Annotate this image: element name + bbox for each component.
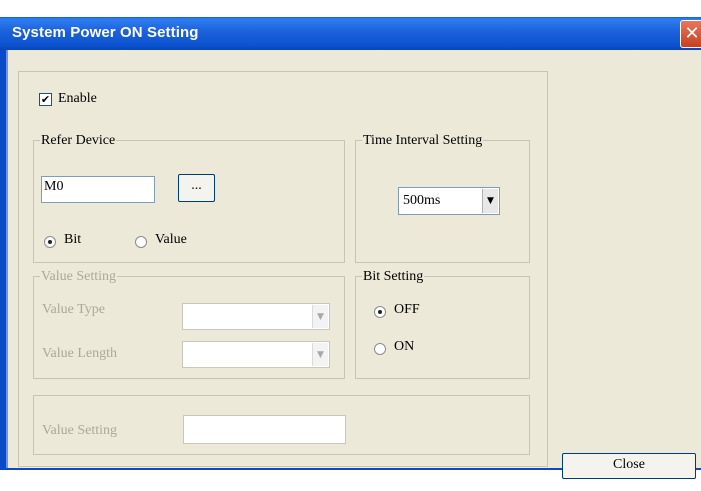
close-icon: ✕ xyxy=(684,23,700,44)
value-setting-input[interactable] xyxy=(183,415,346,444)
radio-off-label: OFF xyxy=(394,302,420,317)
window-close-button[interactable]: ✕ xyxy=(680,20,701,48)
radio-bit[interactable] xyxy=(44,236,56,248)
close-button[interactable]: Close xyxy=(562,453,696,479)
value-setting-group-label: Value Setting xyxy=(40,269,118,284)
value-type-label: Value Type xyxy=(42,302,105,317)
chevron-down-icon[interactable]: ▼ xyxy=(482,189,498,213)
bit-setting-group xyxy=(355,276,530,379)
enable-label: Enable xyxy=(58,91,97,106)
enable-checkbox[interactable]: ✔ xyxy=(39,93,52,106)
refer-device-label: Refer Device xyxy=(40,133,117,148)
browse-device-button[interactable]: ... xyxy=(178,174,215,202)
radio-value[interactable] xyxy=(135,236,147,248)
value-type-select[interactable]: ▼ xyxy=(182,303,330,330)
value-length-label: Value Length xyxy=(42,346,118,361)
radio-on[interactable] xyxy=(374,343,386,355)
check-icon: ✔ xyxy=(40,93,51,106)
value-length-select[interactable]: ▼ xyxy=(182,341,330,368)
bit-setting-label: Bit Setting xyxy=(362,269,425,284)
radio-value-label: Value xyxy=(155,232,187,247)
radio-bit-label: Bit xyxy=(64,232,82,247)
window-title: System Power ON Setting xyxy=(12,24,199,41)
radio-on-label: ON xyxy=(394,339,415,354)
chevron-down-icon[interactable]: ▼ xyxy=(312,343,328,366)
value-setting-label: Value Setting xyxy=(42,423,118,438)
time-interval-label: Time Interval Setting xyxy=(362,133,484,148)
chevron-down-icon[interactable]: ▼ xyxy=(312,305,328,328)
window-left-border-highlight xyxy=(6,50,8,470)
time-interval-select[interactable]: 500ms ▼ xyxy=(398,187,500,215)
device-address-input[interactable]: M0 xyxy=(41,176,155,203)
radio-off[interactable] xyxy=(374,306,386,318)
time-interval-value: 500ms xyxy=(403,193,441,208)
